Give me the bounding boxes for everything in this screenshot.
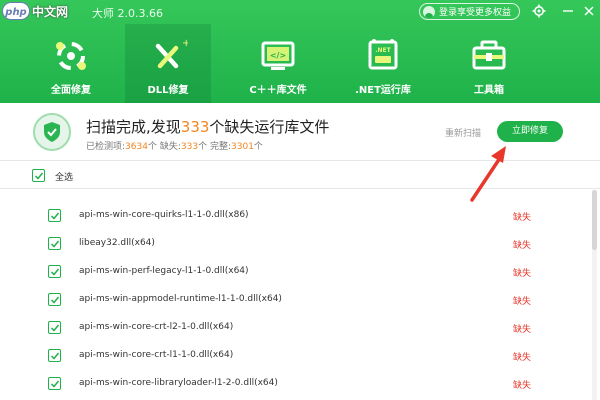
list-item: api-ms-win-core-libraryloader-l1-2-0.dll… [0, 370, 600, 398]
file-name: api-ms-win-perf-legacy-l1-1-0.dll(x64) [79, 266, 249, 276]
file-checkbox[interactable] [48, 377, 61, 390]
scan-title-prefix: 扫描完成,发现 [86, 118, 181, 136]
watermark-logo: php [2, 2, 30, 20]
login-label: 登录享受更多权益 [439, 8, 512, 18]
missing-count-highlight: 333 [180, 118, 210, 136]
list-item: api-ms-win-perf-legacy-l1-1-0.dll(x64) 缺… [0, 258, 600, 286]
file-name: api-ms-win-core-quirks-l1-1-0.dll(x86) [79, 210, 249, 220]
list-item: api-ms-win-appmodel-runtime-l1-1-0.dll(x… [0, 286, 600, 314]
file-checkbox[interactable] [48, 321, 61, 334]
missing-unit: 个 [198, 142, 208, 152]
file-status: 缺失 [513, 353, 532, 363]
tab-dotnet-runtime[interactable]: .NET .NET运行库 [340, 24, 426, 103]
detected-label: 已检测项: [86, 142, 126, 152]
list-item: api-ms-win-core-crt-l1-1-0.dll(x64) 缺失 [0, 342, 600, 370]
watermark-text: 中文网 [32, 5, 69, 19]
svg-text:.NET: .NET [375, 47, 391, 54]
file-checkbox[interactable] [48, 209, 61, 222]
complete-count: 3301 [231, 142, 254, 152]
cpp-library-icon: </> [258, 36, 298, 76]
tab-dll-repair[interactable]: + DLL修复 [125, 24, 211, 103]
tab-label: DLL修复 [147, 85, 189, 96]
rescan-link[interactable]: 重新扫描 [445, 126, 481, 139]
fix-now-button[interactable]: 立即修复 [497, 121, 563, 142]
tab-label: 工具箱 [474, 85, 504, 96]
tab-cpp-library[interactable]: </> C＋＋库文件 [235, 24, 321, 103]
title-bar: php 中文网 大师 2.0.3.66 登录享受更多权益 [0, 0, 600, 24]
missing-count: 333 [180, 142, 199, 152]
user-icon [423, 5, 435, 18]
file-name: api-ms-win-core-libraryloader-l1-2-0.dll… [79, 378, 278, 388]
list-item: libeay32.dll(x64) 缺失 [0, 230, 600, 258]
select-all-checkbox[interactable] [32, 169, 45, 182]
minimize-icon[interactable] [561, 4, 575, 18]
tab-label: C＋＋库文件 [249, 85, 307, 96]
detected-unit: 个 [147, 142, 157, 152]
main-tabs: 全面修复 + DLL修复 </> C＋＋库文件 .NET .NET运行库 工具箱 [0, 24, 600, 103]
file-status: 缺失 [513, 381, 532, 391]
select-all-label: 全选 [55, 173, 74, 183]
tab-full-repair[interactable]: 全面修复 [28, 24, 114, 103]
complete-label: 完整: [209, 142, 232, 152]
complete-unit: 个 [253, 142, 263, 152]
file-checkbox[interactable] [48, 293, 61, 306]
file-checkbox[interactable] [48, 265, 61, 278]
full-repair-icon [51, 36, 91, 76]
file-status: 缺失 [513, 241, 532, 251]
file-status: 缺失 [513, 297, 532, 307]
shield-check-icon [33, 113, 71, 151]
file-status: 缺失 [513, 269, 532, 279]
scan-result-title: 扫描完成,发现333个缺失运行库文件 [86, 116, 329, 137]
file-status: 缺失 [513, 325, 532, 335]
file-checkbox[interactable] [48, 237, 61, 250]
dll-repair-icon: + [148, 36, 190, 76]
file-name: api-ms-win-appmodel-runtime-l1-1-0.dll(x… [79, 294, 282, 304]
list-item: api-ms-win-core-quirks-l1-1-0.dll(x86) 缺… [0, 202, 600, 230]
file-name: libeay32.dll(x64) [79, 238, 155, 248]
app-header: php 中文网 大师 2.0.3.66 登录享受更多权益 全面修复 + DLL修… [0, 0, 600, 103]
app-title: 大师 2.0.3.66 [92, 7, 163, 20]
file-name: api-ms-win-core-crt-l1-1-0.dll(x64) [79, 350, 234, 360]
close-icon[interactable] [582, 4, 596, 18]
missing-label: 缺失: [159, 142, 181, 152]
scan-stats: 已检测项:3634个 缺失:333个 完整:3301个 [86, 139, 263, 152]
list-item: api-ms-win-core-crt-l2-1-0.dll(x64) 缺失 [0, 314, 600, 342]
file-status: 缺失 [513, 213, 532, 223]
gear-icon[interactable] [532, 4, 546, 18]
tab-label: .NET运行库 [355, 85, 411, 96]
login-button[interactable]: 登录享受更多权益 [419, 3, 520, 20]
select-all-row: 全选 [0, 161, 600, 189]
scrollbar-thumb[interactable] [592, 190, 597, 250]
tab-toolbox[interactable]: 工具箱 [446, 24, 532, 103]
file-checkbox[interactable] [48, 349, 61, 362]
svg-text:</>: </> [270, 51, 286, 60]
watermark-logo-text: php [4, 7, 26, 18]
toolbox-icon [469, 36, 509, 76]
detected-count: 3634 [125, 142, 148, 152]
tab-label: 全面修复 [51, 85, 91, 96]
dotnet-runtime-icon: .NET [363, 36, 403, 76]
svg-text:+: + [182, 38, 188, 49]
scan-title-suffix: 个缺失运行库文件 [209, 118, 330, 136]
file-name: api-ms-win-core-crt-l2-1-0.dll(x64) [79, 322, 234, 332]
